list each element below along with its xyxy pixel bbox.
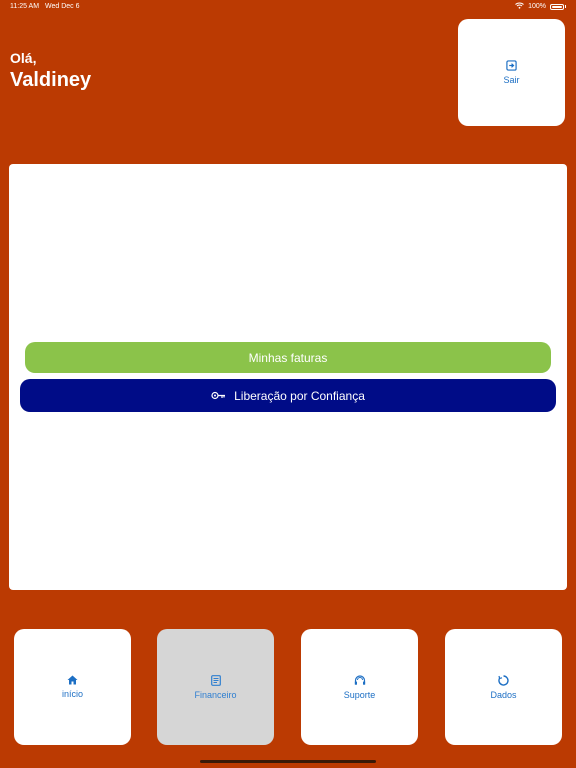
home-indicator[interactable]	[200, 760, 376, 763]
tab-home[interactable]: início	[14, 629, 131, 745]
greeting-hello: Olá,	[10, 50, 37, 66]
tab-finance-label: Financeiro	[194, 689, 237, 700]
tab-support[interactable]: Suporte	[301, 629, 418, 745]
support-icon	[354, 674, 366, 690]
logout-button[interactable]: Sair	[458, 19, 565, 126]
logout-icon	[506, 60, 517, 75]
tab-finance[interactable]: Financeiro	[157, 629, 274, 745]
trust-release-button[interactable]: Liberação por Confiança	[20, 379, 556, 412]
tab-data[interactable]: Dados	[445, 629, 562, 745]
status-bar: 11:25 AM Wed Dec 6 100%	[0, 0, 576, 14]
key-icon	[211, 389, 226, 403]
main-card	[9, 164, 567, 590]
status-date: Wed Dec 6	[45, 3, 80, 10]
greeting: Olá, Valdiney	[10, 50, 91, 92]
status-indicators: 100%	[515, 2, 566, 11]
my-invoices-label: Minhas faturas	[248, 350, 328, 365]
user-name: Valdiney	[10, 69, 92, 91]
logout-label: Sair	[503, 75, 520, 85]
my-invoices-button[interactable]: Minhas faturas	[25, 342, 551, 373]
wifi-icon	[515, 2, 524, 11]
tab-support-label: Suporte	[343, 689, 376, 700]
data-icon	[498, 674, 509, 690]
battery-icon	[550, 3, 564, 10]
trust-release-label: Liberação por Confiança	[234, 388, 365, 403]
tab-home-label: início	[61, 689, 83, 699]
document-icon	[210, 674, 221, 690]
home-icon	[67, 675, 78, 689]
status-time: 11:25 AM	[10, 3, 40, 10]
battery-percent: 100%	[528, 3, 546, 10]
tab-data-label: Dados	[490, 689, 517, 700]
